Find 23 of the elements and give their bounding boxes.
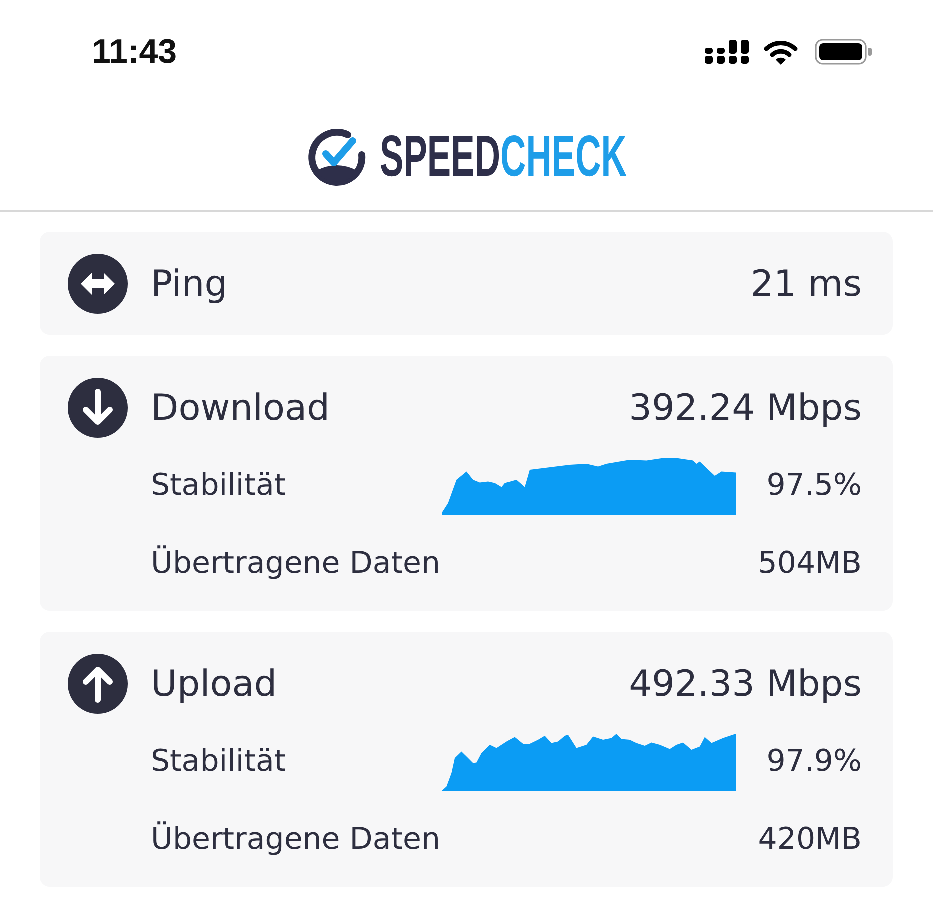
- metric-label: Upload: [151, 664, 278, 704]
- metric-label: Ping: [151, 264, 229, 304]
- battery-icon: [815, 39, 873, 65]
- logo-text: SPEED: [380, 124, 500, 189]
- metric-value: 392.24 Mbps: [629, 388, 862, 428]
- metric-label: Download: [151, 388, 331, 428]
- arrow-up-icon: [68, 654, 128, 714]
- status-time: 11:43: [92, 32, 178, 72]
- detail-value: 97.5%: [766, 468, 862, 502]
- logo-text: CHECK: [500, 124, 627, 189]
- detail-label: Übertragene Daten: [151, 546, 442, 580]
- detail-value: 504MB: [758, 546, 862, 580]
- metric-value: 492.33 Mbps: [629, 664, 862, 704]
- checkmark-gauge-icon: [306, 127, 367, 187]
- wifi-icon: [762, 38, 800, 66]
- detail-label: Stabilität: [151, 744, 288, 778]
- metric-value: 21 ms: [750, 264, 862, 304]
- detail-value: 420MB: [758, 822, 862, 856]
- detail-label: Stabilität: [151, 468, 288, 502]
- detail-value: 97.9%: [766, 744, 862, 778]
- arrow-down-icon: [68, 378, 128, 438]
- signal-icon: [705, 40, 750, 64]
- detail-label: Übertragene Daten: [151, 822, 442, 856]
